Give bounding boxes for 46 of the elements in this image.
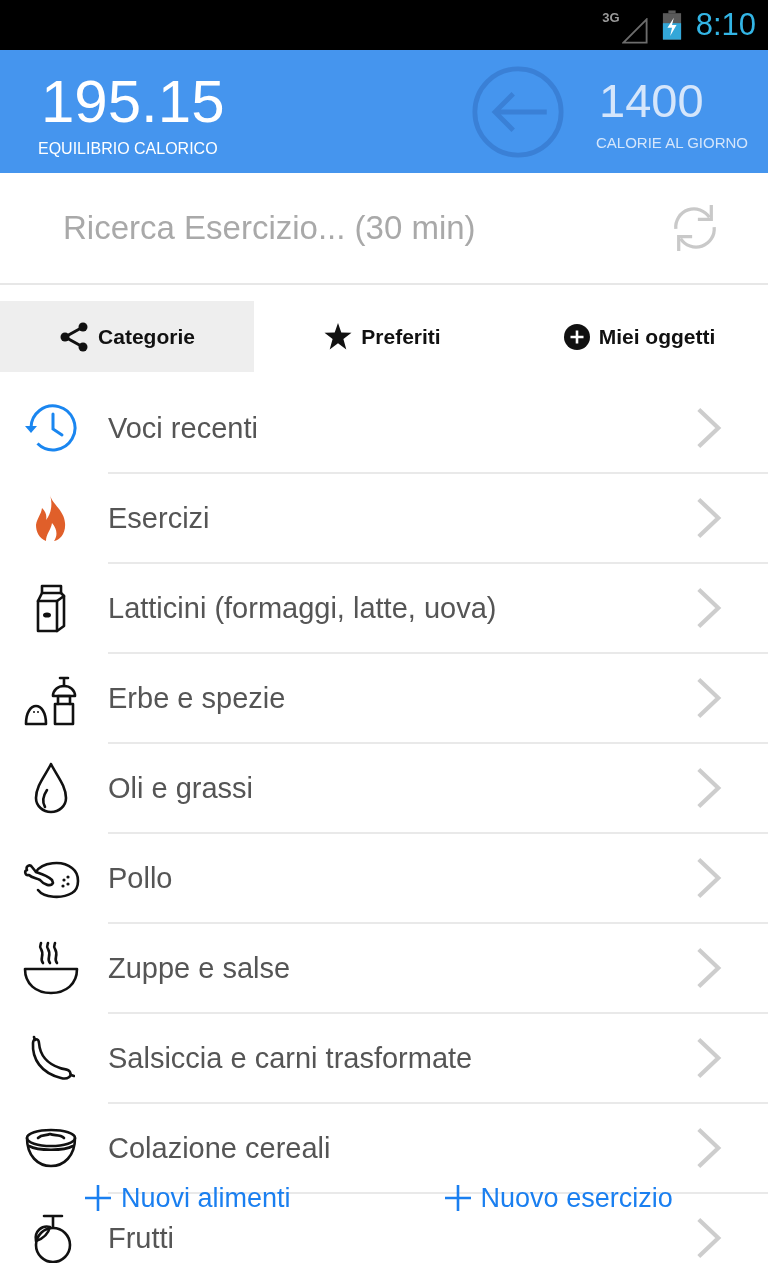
drop-icon	[34, 762, 68, 814]
chevron-icon	[696, 946, 722, 990]
chevron-icon	[696, 406, 722, 450]
network-type-label: 3G	[602, 10, 620, 25]
category-item[interactable]: Salsiccia e carni trasformate	[108, 1041, 473, 1075]
milk-carton-icon	[35, 583, 67, 633]
category-item[interactable]: Latticini (formaggi, latte, uova)	[108, 591, 497, 625]
clock-icon	[24, 403, 78, 453]
steaming-bowl-icon	[23, 941, 79, 995]
category-item[interactable]: Frutti	[108, 1221, 175, 1255]
category-item[interactable]: Colazione cereali	[108, 1131, 331, 1165]
battery-icon	[661, 10, 682, 40]
chevron-icon	[696, 1036, 722, 1080]
chevron-icon	[696, 1126, 722, 1170]
signal-icon	[621, 18, 648, 44]
chevron-icon	[696, 676, 722, 720]
new-food-button[interactable]: Nuovi alimenti	[85, 1180, 291, 1216]
plus-icon	[85, 1185, 111, 1211]
calorie-balance-label: EQUILIBRIO CALORICO	[38, 139, 219, 158]
star-icon	[324, 323, 353, 350]
chevron-icon	[696, 1216, 722, 1260]
category-item[interactable]: Pollo	[108, 861, 173, 895]
daily-calories-label: CALORIE AL GIORNO	[596, 133, 748, 151]
search-field[interactable]: Ricerca Esercizio... (30 min)	[63, 209, 672, 247]
tab[interactable]: Preferiti	[254, 301, 511, 372]
tab[interactable]: Categorie	[0, 301, 254, 372]
category-item[interactable]: Esercizi	[108, 501, 210, 535]
category-item[interactable]: Erbe e spezie	[108, 681, 286, 715]
new-exercise-button[interactable]: Nuovo esercizio	[444, 1180, 673, 1216]
flame-icon	[35, 494, 67, 542]
category-item[interactable]: Voci recenti	[108, 411, 258, 445]
category-item[interactable]: Zuppe e salse	[108, 951, 291, 985]
daily-calories-value: 1400	[599, 76, 705, 124]
calorie-balance-value: 195.15	[41, 71, 225, 132]
chevron-icon	[696, 856, 722, 900]
share-icon	[59, 321, 90, 352]
plus-circle-icon	[563, 323, 590, 350]
chevron-icon	[696, 496, 722, 540]
tab[interactable]: Miei oggetti	[511, 301, 768, 372]
bowl-icon	[24, 1128, 78, 1168]
chevron-icon	[696, 766, 722, 810]
refresh-icon[interactable]	[672, 202, 718, 254]
plus-icon	[444, 1185, 471, 1211]
chevron-icon	[696, 586, 722, 630]
category-item[interactable]: Oli e grassi	[108, 771, 254, 805]
status-time: 8:10	[695, 7, 756, 43]
